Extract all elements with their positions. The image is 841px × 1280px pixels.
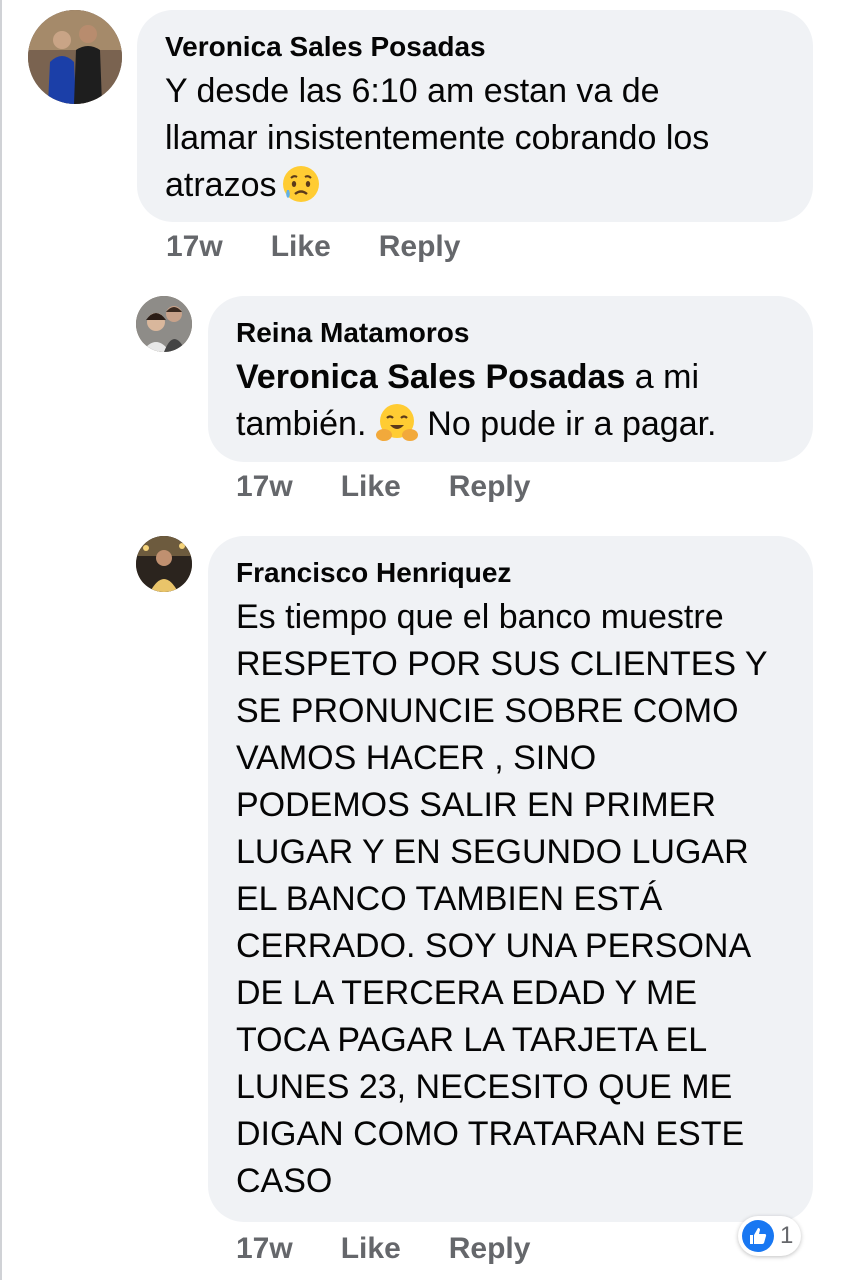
comment-text: Es tiempo que el banco muestre RESPETO P… bbox=[236, 598, 768, 1200]
avatar-francisco[interactable] bbox=[136, 536, 192, 592]
avatar-photo-icon bbox=[136, 536, 192, 592]
reply-button[interactable]: Reply bbox=[449, 1232, 531, 1266]
hugging-face-emoji-icon bbox=[375, 403, 418, 456]
comment-bubble-veronica[interactable]: Veronica Sales Posadas Y desde las 6:10 … bbox=[137, 10, 813, 222]
comment-bubble-reina[interactable]: Reina Matamoros Veronica Sales Posadas a… bbox=[208, 296, 813, 462]
timestamp[interactable]: 17w bbox=[236, 470, 293, 504]
avatar-photo-icon bbox=[136, 296, 192, 352]
timestamp[interactable]: 17w bbox=[236, 1232, 293, 1266]
comment-bubble-francisco[interactable]: Francisco Henriquez Es tiempo que el ban… bbox=[208, 536, 813, 1222]
avatar-photo-icon bbox=[28, 10, 122, 104]
reply-button[interactable]: Reply bbox=[449, 470, 531, 504]
avatar-reina[interactable] bbox=[136, 296, 192, 352]
reaction-summary[interactable]: 1 bbox=[738, 1216, 802, 1256]
like-button[interactable]: Like bbox=[271, 230, 331, 264]
comment-text: Y desde las 6:10 am estan va de llamar i… bbox=[165, 68, 813, 217]
timestamp[interactable]: 17w bbox=[166, 230, 223, 264]
like-button[interactable]: Like bbox=[341, 1232, 401, 1266]
comment-actions: 17w Like Reply bbox=[236, 1232, 530, 1266]
thumbs-up-icon bbox=[742, 1220, 774, 1252]
comment-text: Veronica Sales Posadas a mi también. No … bbox=[236, 354, 813, 456]
thread-line bbox=[0, 0, 2, 1280]
sad-relieved-emoji-icon bbox=[281, 164, 321, 217]
like-button[interactable]: Like bbox=[341, 470, 401, 504]
comment-author[interactable]: Reina Matamoros bbox=[236, 316, 813, 350]
reply-button[interactable]: Reply bbox=[379, 230, 461, 264]
comment-author[interactable]: Veronica Sales Posadas bbox=[165, 30, 813, 64]
comment-actions: 17w Like Reply bbox=[166, 230, 460, 264]
reaction-count: 1 bbox=[780, 1222, 794, 1249]
avatar-veronica[interactable] bbox=[28, 10, 122, 104]
comment-author[interactable]: Francisco Henriquez bbox=[236, 556, 813, 590]
comment-actions: 17w Like Reply bbox=[236, 470, 530, 504]
mention-link[interactable]: Veronica Sales Posadas bbox=[236, 358, 625, 396]
